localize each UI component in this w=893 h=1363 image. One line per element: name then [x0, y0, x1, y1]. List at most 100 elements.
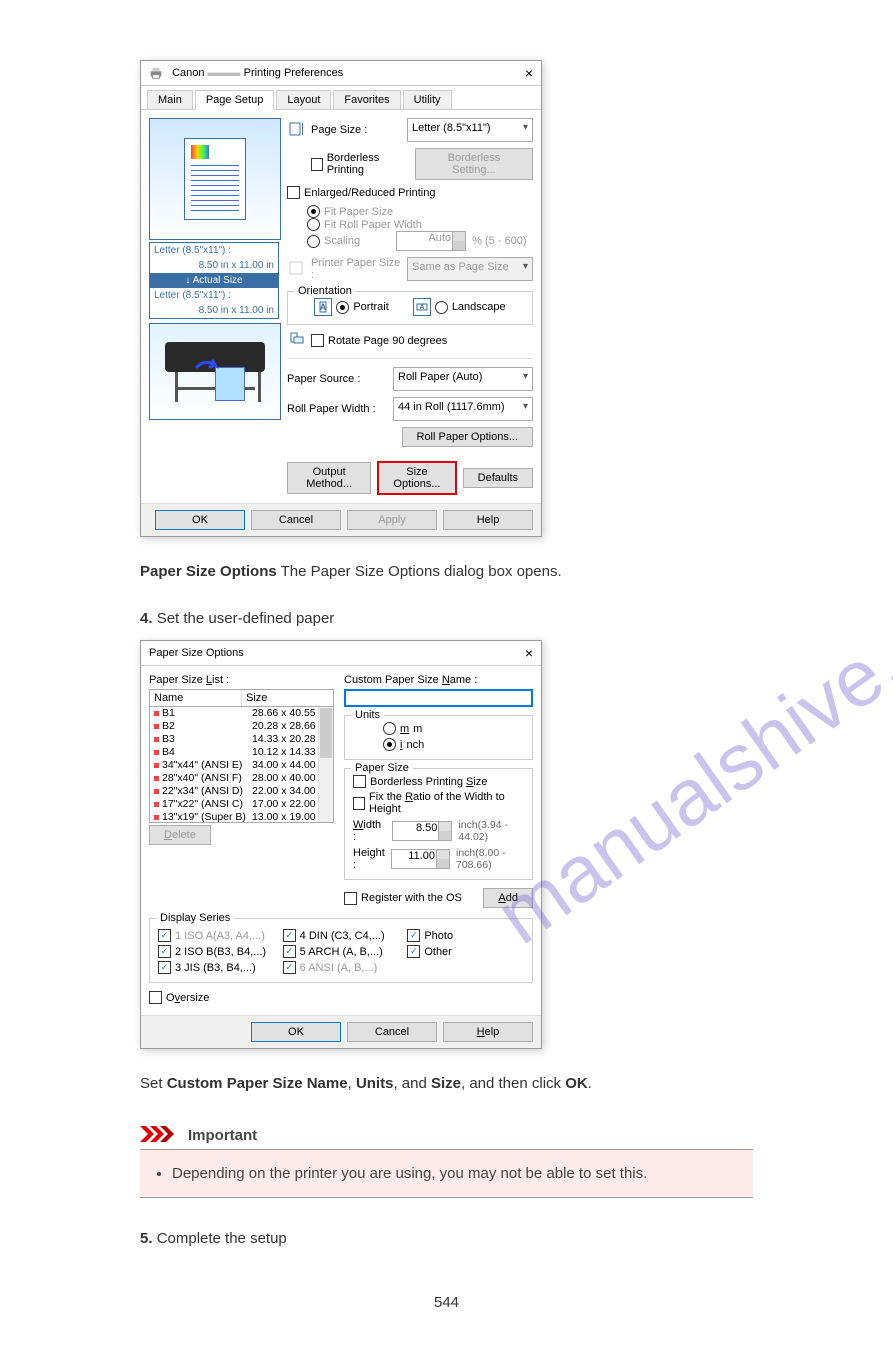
fit-roll-radio: Fit Roll Paper Width — [307, 218, 422, 231]
roll-paper-options-button[interactable]: Roll Paper Options... — [402, 427, 534, 447]
tab-layout[interactable]: Layout — [276, 90, 331, 109]
page-number: 544 — [140, 1294, 753, 1311]
table-row[interactable]: 22"x34" (ANSI D)22.00 x 34.00 — [150, 785, 333, 798]
series-checkbox[interactable]: ✓2 ISO B(B3, B4,...) — [158, 945, 275, 958]
tab-main[interactable]: Main — [147, 90, 193, 109]
preview-info: Letter (8.5"x11") : 8.50 in x 11.00 in ↓… — [149, 242, 279, 319]
units-mm-radio[interactable]: mm — [383, 722, 422, 735]
rotate-checkbox[interactable]: Rotate Page 90 degrees — [311, 334, 447, 347]
landscape-radio[interactable]: Landscape — [435, 301, 506, 314]
table-row[interactable]: 28"x40" (ANSI F)28.00 x 40.00 — [150, 772, 333, 785]
ok-button-2[interactable]: OK — [251, 1022, 341, 1042]
paper-size-group: Paper Size Borderless Printing Size Fix … — [344, 768, 533, 880]
apply-button: Apply — [347, 510, 437, 530]
table-row[interactable]: B314.33 x 20.28 — [150, 733, 333, 746]
roll-width-select[interactable]: 44 in Roll (1117.6mm) — [393, 397, 533, 421]
preview-top-dim: 8.50 in x 11.00 in — [150, 258, 278, 273]
table-row[interactable]: B220.28 x 28.66 — [150, 720, 333, 733]
window-title: Canon ▬▬▬ Printing Preferences — [149, 66, 343, 80]
tab-utility[interactable]: Utility — [403, 90, 452, 109]
table-row[interactable]: 13"x19" (Super B)13.00 x 19.00 — [150, 811, 333, 823]
tab-page-setup[interactable]: Page Setup — [195, 90, 275, 110]
close-button-2[interactable]: × — [525, 645, 533, 661]
paper-size-icon — [287, 260, 305, 279]
units-inch-radio[interactable]: inch — [383, 738, 424, 751]
delete-button: Delete — [149, 825, 211, 845]
dialog-button-row: OK Cancel Apply Help — [141, 503, 541, 536]
settings-pane: Page Size : Letter (8.5"x11") Borderless… — [287, 118, 533, 495]
doc-thumbnail — [184, 138, 246, 220]
paper-source-label: Paper Source : — [287, 373, 387, 385]
paper-source-select[interactable]: Roll Paper (Auto) — [393, 367, 533, 391]
table-row[interactable]: B128.66 x 40.55 — [150, 707, 333, 720]
tab-favorites[interactable]: Favorites — [333, 90, 400, 109]
important-box: Depending on the printer you are using, … — [140, 1149, 753, 1198]
width-label: Width : — [353, 819, 386, 843]
intertext-1: Paper Size Options The Paper Size Option… — [140, 561, 753, 584]
document-preview — [149, 118, 281, 240]
width-input[interactable]: 8.50 — [392, 821, 452, 841]
table-row[interactable]: B410.12 x 14.33 — [150, 746, 333, 759]
page-size-select[interactable]: Letter (8.5"x11") — [407, 118, 533, 142]
page-size-label: Page Size : — [311, 124, 401, 136]
titlebar-2: Paper Size Options × — [141, 641, 541, 666]
display-series-group: Display Series ✓1 ISO A(A3, A4,...)✓4 DI… — [149, 918, 533, 983]
portrait-icon: A — [314, 298, 332, 316]
set-instruction: Set Custom Paper Size Name, Units, and S… — [140, 1073, 753, 1096]
svg-text:A: A — [320, 302, 327, 312]
size-options-button[interactable]: Size Options... — [377, 461, 456, 495]
portrait-radio[interactable]: Portrait — [336, 301, 388, 314]
chevrons-icon — [140, 1126, 180, 1145]
preview-top-label: Letter (8.5"x11") : — [150, 243, 278, 258]
preview-bot-dim: 8.50 in x 11.00 in — [150, 303, 278, 318]
borderless-checkbox[interactable]: Borderless Printing — [311, 152, 409, 176]
defaults-button[interactable]: Defaults — [463, 468, 533, 488]
close-button[interactable]: × — [525, 65, 533, 81]
paper-size-list[interactable]: B128.66 x 40.55B220.28 x 28.66B314.33 x … — [149, 707, 334, 823]
height-label: Height : — [353, 847, 385, 871]
paper-size-list-section: Paper Size List : Name Size B128.66 x 40… — [149, 674, 334, 908]
orientation-group: Orientation A Portrait A Landscape — [287, 291, 533, 325]
printer-icon — [149, 66, 163, 80]
tab-strip: Main Page Setup Layout Favorites Utility — [141, 86, 541, 110]
actual-size-bar: ↓ Actual Size — [150, 273, 278, 288]
enlarged-reduced-checkbox[interactable]: Enlarged/Reduced Printing — [287, 186, 435, 199]
step-4: 4. Set the user-defined paper — [140, 608, 753, 631]
oversize-checkbox[interactable]: Oversize — [149, 991, 209, 1004]
help-button-2[interactable]: Help — [443, 1022, 533, 1042]
help-button[interactable]: Help — [443, 510, 533, 530]
printer-paper-size-select: Same as Page Size — [407, 257, 533, 281]
scaling-input: Auto — [396, 231, 466, 251]
series-checkbox[interactable]: ✓3 JIS (B3, B4,...) — [158, 961, 275, 974]
scaling-radio: Scaling — [307, 235, 360, 248]
ok-button[interactable]: OK — [155, 510, 245, 530]
printing-preferences-dialog: Canon ▬▬▬ Printing Preferences × Main Pa… — [140, 60, 542, 537]
preview-bot-label: Letter (8.5"x11") : — [150, 288, 278, 303]
height-input[interactable]: 11.00 — [391, 849, 450, 869]
preview-pane: Letter (8.5"x11") : 8.50 in x 11.00 in ↓… — [149, 118, 279, 495]
series-checkbox[interactable]: ✓Other — [407, 945, 524, 958]
fix-ratio-checkbox[interactable]: Fix the Ratio of the Width to Height — [353, 791, 524, 815]
output-method-button[interactable]: Output Method... — [287, 462, 371, 494]
series-checkbox[interactable]: ✓4 DIN (C3, C4,...) — [283, 929, 400, 942]
svg-text:A: A — [419, 304, 424, 311]
register-os-checkbox[interactable]: Register with the OS — [344, 892, 462, 905]
custom-section: Custom Paper Size Name : Units mm inch P… — [344, 674, 533, 908]
cancel-button[interactable]: Cancel — [251, 510, 341, 530]
paper-size-options-dialog: Paper Size Options × Paper Size List : N… — [140, 640, 542, 1049]
landscape-icon: A — [413, 298, 431, 316]
series-checkbox[interactable]: ✓Photo — [407, 929, 524, 942]
add-button[interactable]: Add — [483, 888, 533, 908]
table-row[interactable]: 34"x44" (ANSI E)34.00 x 44.00 — [150, 759, 333, 772]
dialog2-button-row: OK Cancel Help — [141, 1015, 541, 1048]
roll-width-label: Roll Paper Width : — [287, 403, 387, 415]
custom-name-input[interactable] — [344, 689, 533, 707]
series-checkbox[interactable]: ✓5 ARCH (A, B,...) — [283, 945, 400, 958]
table-row[interactable]: 17"x22" (ANSI C)17.00 x 22.00 — [150, 798, 333, 811]
cancel-button-2[interactable]: Cancel — [347, 1022, 437, 1042]
scrollbar[interactable] — [318, 707, 333, 822]
step-5: 5. Complete the setup — [140, 1228, 753, 1251]
dialog2-title: Paper Size Options — [149, 647, 244, 659]
borderless-size-checkbox[interactable]: Borderless Printing Size — [353, 775, 487, 788]
printer-paper-size-label: Printer Paper Size : — [311, 257, 401, 281]
